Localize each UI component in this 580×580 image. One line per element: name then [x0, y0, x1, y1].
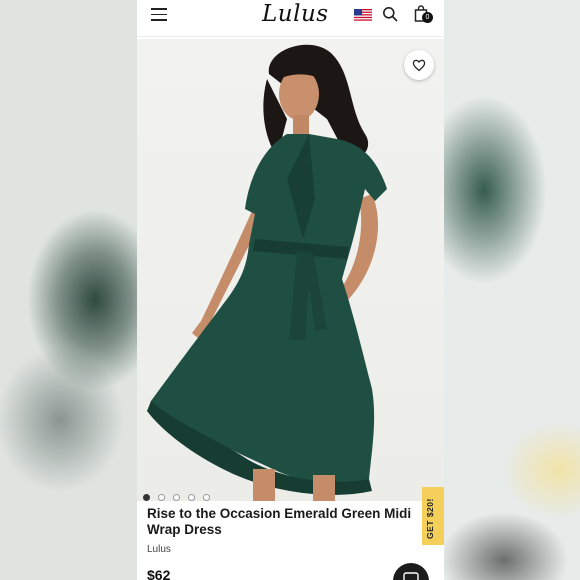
- chat-bubble-icon: [403, 572, 419, 580]
- top-nav-bar: Lulus 0: [137, 0, 444, 37]
- heart-outline-icon: [412, 59, 426, 72]
- blurred-background-left: [0, 0, 137, 580]
- carousel-dot[interactable]: [188, 494, 195, 501]
- carousel-dot[interactable]: [173, 494, 180, 501]
- site-logo[interactable]: Lulus: [262, 1, 329, 27]
- hamburger-menu-icon[interactable]: [151, 8, 167, 22]
- product-info: Rise to the Occasion Emerald Green Midi …: [147, 506, 412, 555]
- blurred-background-right: [444, 0, 580, 580]
- chat-button[interactable]: [393, 563, 429, 580]
- promo-tab[interactable]: GET $20!: [422, 487, 444, 545]
- model-in-dress-illustration: [147, 44, 387, 501]
- product-price: $62: [147, 567, 171, 580]
- carousel-dot[interactable]: [143, 494, 150, 501]
- carousel-dot[interactable]: [203, 494, 210, 501]
- search-icon[interactable]: [382, 6, 398, 22]
- product-title: Rise to the Occasion Emerald Green Midi …: [147, 506, 412, 537]
- promo-label: GET $20!: [425, 498, 435, 539]
- product-image[interactable]: [137, 39, 444, 501]
- favorite-button[interactable]: [404, 50, 434, 80]
- product-brand[interactable]: Lulus: [147, 544, 412, 555]
- us-flag-icon[interactable]: [354, 9, 372, 21]
- cart-count-badge: 0: [422, 12, 433, 23]
- phone-screen: Lulus 0 Rise to the Occasion Emerald Gre…: [137, 0, 444, 580]
- carousel-dot[interactable]: [158, 494, 165, 501]
- image-carousel-dots: [143, 488, 218, 501]
